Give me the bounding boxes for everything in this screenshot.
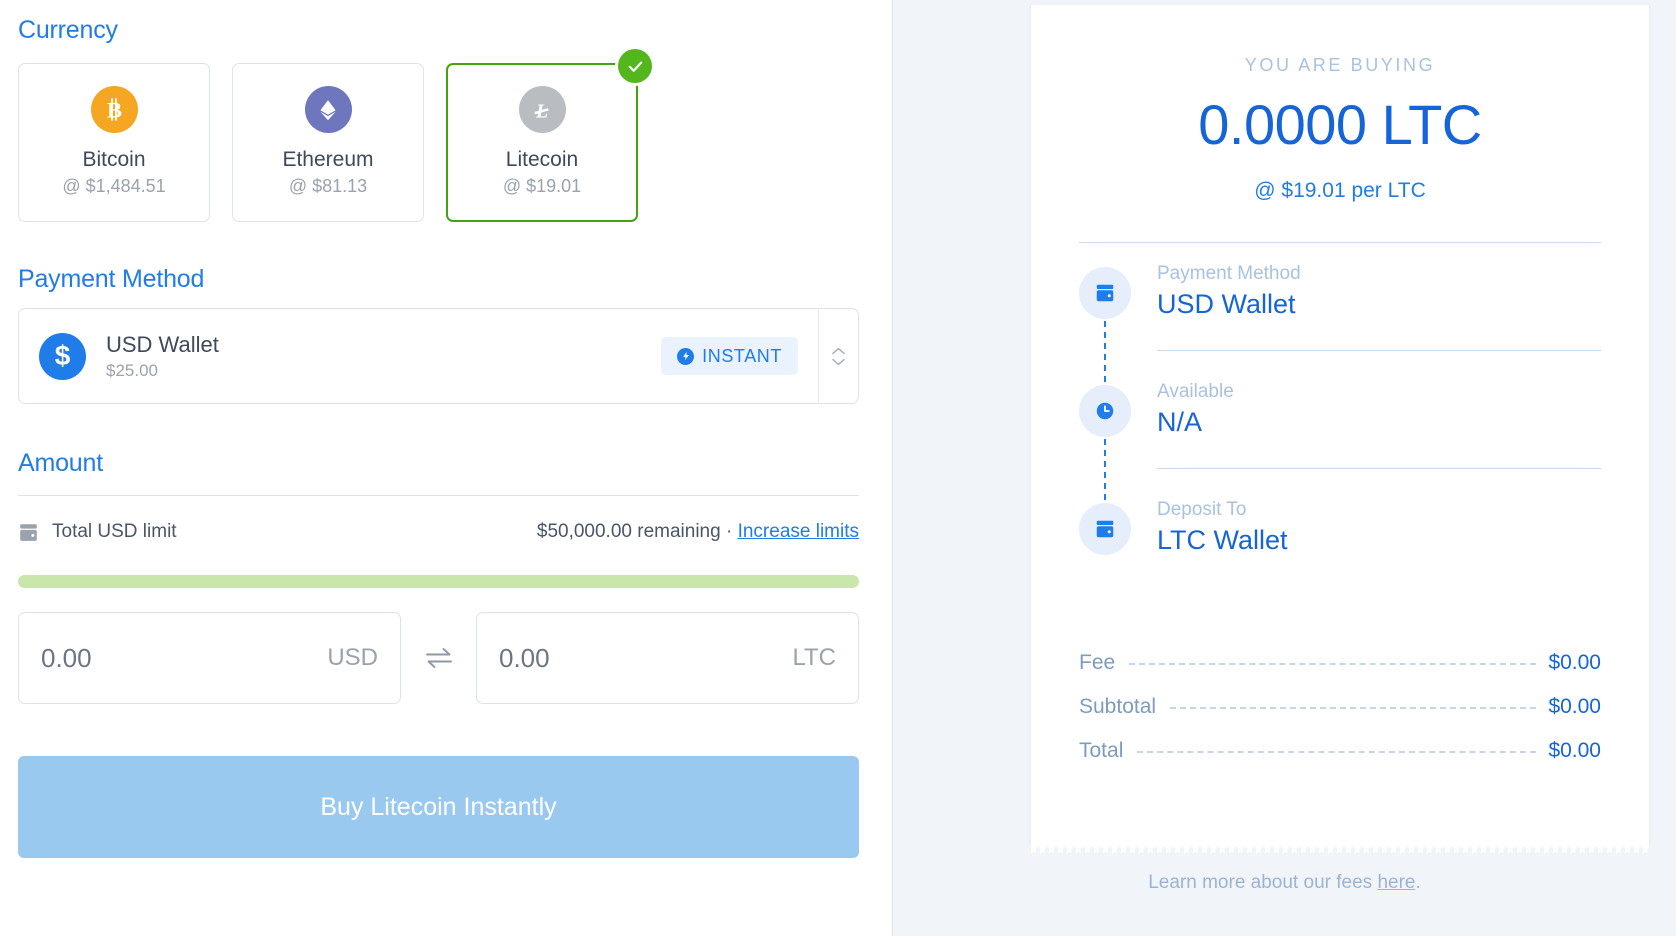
payment-method-row[interactable]: $ USD Wallet $25.00 INSTANT bbox=[19, 309, 818, 403]
fiat-amount-input[interactable]: 0.00 USD bbox=[18, 612, 401, 704]
total-row: Subtotal $0.00 bbox=[1079, 695, 1601, 719]
usd-wallet-symbol: $ bbox=[54, 340, 71, 371]
payment-method-section-title: Payment Method bbox=[18, 265, 205, 293]
chevron-up-icon bbox=[832, 347, 845, 354]
timeline-marker bbox=[1079, 379, 1157, 503]
order-timeline: Payment Method USD Wallet Available N/A … bbox=[1079, 261, 1601, 615]
currency-option-bitcoin[interactable]: B Bitcoin @ $1,484.51 bbox=[18, 63, 210, 222]
bitcoin-icon: B bbox=[90, 86, 138, 133]
timeline-row: Available N/A bbox=[1079, 379, 1601, 503]
currency-option-name: Litecoin bbox=[505, 148, 579, 171]
payment-method-labels: USD Wallet $25.00 bbox=[106, 332, 219, 381]
timeline-value: N/A bbox=[1157, 407, 1203, 437]
order-totals: Fee $0.00 Subtotal $0.00 Total $0.00 bbox=[1079, 651, 1601, 763]
buy-litecoin-instantly-button[interactable]: Buy Litecoin Instantly bbox=[18, 756, 859, 858]
order-summary-panel: YOU ARE BUYING 0.0000 LTC @ $19.01 per L… bbox=[893, 0, 1676, 936]
lightning-bolt-icon bbox=[677, 347, 695, 365]
total-label: Fee bbox=[1079, 651, 1116, 674]
instant-badge: INSTANT bbox=[661, 337, 798, 375]
total-leader-dots bbox=[1170, 707, 1537, 709]
swap-currencies-button[interactable] bbox=[401, 646, 476, 670]
limit-remaining: $50,000.00 remaining bbox=[536, 521, 721, 542]
swap-arrows-icon bbox=[425, 648, 452, 668]
fees-note-prefix: Learn more about our fees bbox=[1148, 872, 1378, 893]
timeline-rule bbox=[1157, 468, 1601, 469]
currency-option-ethereum[interactable]: Ethereum @ $81.13 bbox=[232, 63, 424, 222]
total-row: Fee $0.00 bbox=[1079, 651, 1601, 675]
timeline-label: Available bbox=[1157, 381, 1234, 402]
clock-icon bbox=[1079, 385, 1131, 437]
currency-option-name: Bitcoin bbox=[82, 148, 146, 171]
timeline-marker bbox=[1079, 261, 1157, 385]
currency-option-price: @ $1,484.51 bbox=[62, 176, 166, 196]
total-value: $0.00 bbox=[1548, 651, 1601, 674]
chevron-down-icon bbox=[832, 358, 845, 365]
timeline-label: Payment Method bbox=[1157, 263, 1301, 284]
timeline-row: Deposit To LTC Wallet bbox=[1079, 497, 1601, 615]
crypto-amount-input[interactable]: 0.00 LTC bbox=[476, 612, 859, 704]
currency-option-name: Ethereum bbox=[282, 148, 374, 171]
litecoin-icon: L bbox=[518, 86, 566, 133]
selected-check-icon bbox=[618, 49, 652, 83]
timeline-value: USD Wallet bbox=[1157, 289, 1296, 319]
timeline-label: Deposit To bbox=[1157, 499, 1247, 520]
limit-label: Total USD limit bbox=[52, 521, 177, 542]
amount-inputs: 0.00 USD 0.00 LTC bbox=[18, 612, 859, 704]
fiat-currency-label: USD bbox=[327, 644, 378, 671]
order-form-panel: Currency B Bitcoin @ $1,484.51 Ethereum … bbox=[0, 0, 893, 936]
buying-rate: @ $19.01 per LTC bbox=[1254, 179, 1426, 202]
currency-option-price: @ $81.13 bbox=[288, 176, 368, 196]
currency-options: B Bitcoin @ $1,484.51 Ethereum @ $81.13 bbox=[18, 49, 652, 222]
crypto-currency-label: LTC bbox=[792, 644, 836, 671]
limit-separator: · bbox=[725, 521, 733, 542]
ethereum-icon bbox=[304, 86, 352, 133]
limit-row: Total USD limit $50,000.00 remaining · I… bbox=[18, 521, 859, 543]
total-label: Total bbox=[1079, 739, 1124, 762]
summary-divider bbox=[1079, 242, 1601, 243]
wallet-icon bbox=[20, 523, 37, 541]
currency-section-title: Currency bbox=[18, 16, 118, 44]
instant-badge-label: INSTANT bbox=[702, 345, 782, 366]
amount-section-title: Amount bbox=[18, 449, 103, 477]
total-row: Total $0.00 bbox=[1079, 739, 1601, 763]
buy-crypto-screen: Currency B Bitcoin @ $1,484.51 Ethereum … bbox=[0, 0, 1676, 936]
fees-here-link[interactable]: here bbox=[1377, 872, 1415, 893]
increase-limits-link[interactable]: Increase limits bbox=[738, 521, 859, 542]
fiat-amount-value: 0.00 bbox=[41, 642, 92, 673]
timeline-marker bbox=[1079, 497, 1157, 615]
timeline-content: Deposit To LTC Wallet bbox=[1157, 497, 1601, 615]
total-value: $0.00 bbox=[1548, 739, 1601, 762]
total-leader-dots bbox=[1129, 663, 1537, 665]
timeline-connector bbox=[1104, 439, 1106, 503]
buying-amount: 0.0000 LTC bbox=[1198, 93, 1482, 156]
fees-note: Learn more about our fees here. bbox=[893, 872, 1676, 894]
timeline-rule bbox=[1157, 350, 1601, 351]
currency-option-litecoin[interactable]: L Litecoin @ $19.01 bbox=[446, 49, 652, 222]
currency-option-price: @ $19.01 bbox=[502, 176, 582, 196]
limit-remaining-group: $50,000.00 remaining · Increase limits bbox=[537, 521, 859, 543]
payment-method-name: USD Wallet bbox=[106, 331, 219, 357]
timeline-connector bbox=[1104, 321, 1106, 385]
timeline-content: Available N/A bbox=[1157, 379, 1601, 497]
crypto-amount-value: 0.00 bbox=[499, 642, 550, 673]
total-label: Subtotal bbox=[1079, 695, 1157, 718]
wallet-icon bbox=[1079, 267, 1131, 319]
wallet-icon bbox=[1079, 503, 1131, 555]
receipt-card: YOU ARE BUYING 0.0000 LTC @ $19.01 per L… bbox=[1031, 5, 1649, 854]
limit-progress-bar bbox=[18, 575, 859, 588]
usd-wallet-icon: $ bbox=[39, 332, 86, 380]
total-leader-dots bbox=[1137, 751, 1537, 753]
payment-method-selector[interactable]: $ USD Wallet $25.00 INSTANT bbox=[18, 308, 859, 404]
timeline-value: LTC Wallet bbox=[1157, 525, 1288, 555]
timeline-content: Payment Method USD Wallet bbox=[1157, 261, 1601, 379]
amount-divider bbox=[18, 495, 859, 496]
fees-note-suffix: . bbox=[1415, 872, 1421, 893]
timeline-row: Payment Method USD Wallet bbox=[1079, 261, 1601, 385]
svg-text:B: B bbox=[107, 97, 122, 122]
payment-method-stepper[interactable] bbox=[818, 309, 858, 403]
payment-method-balance: $25.00 bbox=[106, 360, 158, 380]
total-value: $0.00 bbox=[1548, 695, 1601, 718]
you-are-buying-label: YOU ARE BUYING bbox=[1244, 55, 1436, 75]
